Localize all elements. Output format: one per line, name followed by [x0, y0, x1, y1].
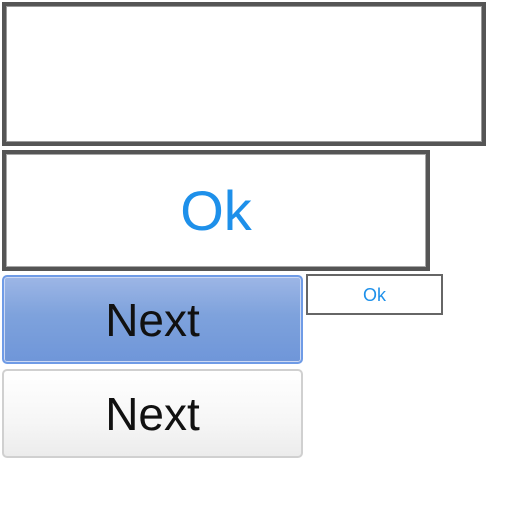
empty-input-box[interactable]: [2, 2, 486, 146]
ok-button-large-label: Ok: [180, 178, 252, 242]
ok-button-large[interactable]: Ok: [2, 150, 430, 271]
next-button-primary[interactable]: Next: [2, 275, 303, 364]
next-button-primary-label: Next: [105, 293, 200, 346]
ok-button-small[interactable]: Ok: [306, 274, 443, 315]
next-button-secondary-label: Next: [105, 387, 200, 440]
next-button-secondary[interactable]: Next: [2, 369, 303, 458]
ok-button-small-label: Ok: [362, 284, 386, 305]
